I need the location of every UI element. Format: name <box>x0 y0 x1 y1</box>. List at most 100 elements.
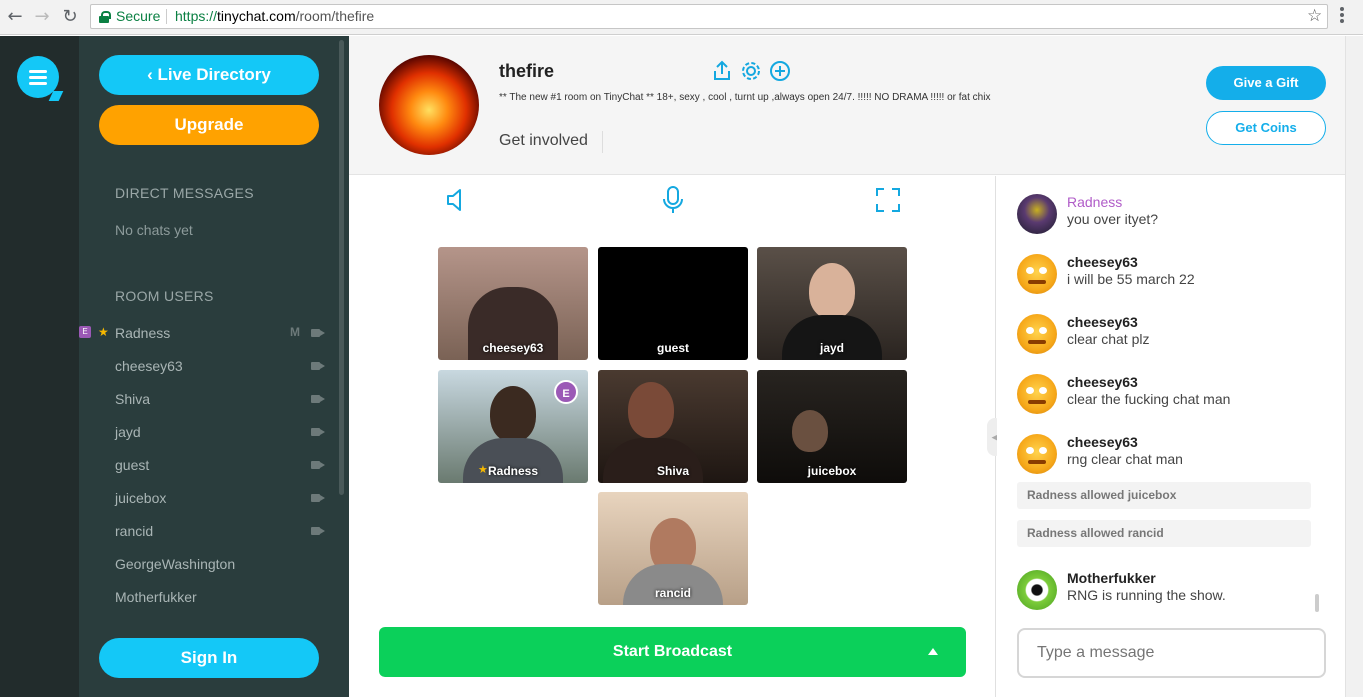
chat-text: rng clear chat man <box>1067 451 1183 467</box>
chat-message: cheesey63 i will be 55 march 22 <box>1017 254 1327 304</box>
system-message: Radness allowed rancid <box>1017 520 1311 547</box>
user-name: rancid <box>115 523 154 539</box>
room-avatar <box>379 55 479 155</box>
microphone-icon[interactable] <box>658 185 688 215</box>
room-user-item[interactable]: E ★ Radness M <box>79 322 339 344</box>
chat-username[interactable]: cheesey63 <box>1067 434 1138 450</box>
start-broadcast-button[interactable]: Start Broadcast <box>379 627 966 677</box>
camera-icon <box>311 362 325 370</box>
room-user-item[interactable]: rancid <box>79 520 339 542</box>
room-description: ** The new #1 room on TinyChat ** 18+, s… <box>499 92 991 103</box>
url-text: https://tinychat.com/room/thefire <box>175 5 374 28</box>
lock-icon <box>99 11 111 23</box>
bookmark-star-icon[interactable]: ☆ <box>1307 5 1322 28</box>
chat-text: clear chat plz <box>1067 331 1150 347</box>
video-feed <box>490 386 536 442</box>
settings-icon[interactable] <box>740 60 762 82</box>
url-scheme: https:// <box>175 8 218 24</box>
elite-badge: E <box>554 380 578 404</box>
left-rail <box>0 36 79 697</box>
browser-menu-icon[interactable] <box>1340 5 1346 27</box>
live-directory-button[interactable]: ‹ Live Directory <box>99 55 319 95</box>
video-username: jayd <box>819 341 844 355</box>
room-user-item[interactable]: GeorgeWashington <box>79 553 339 575</box>
chat-text: you over ityet? <box>1067 211 1159 227</box>
video-tile[interactable]: rancid <box>598 492 748 605</box>
give-gift-button[interactable]: Give a Gift <box>1206 66 1326 100</box>
url-path: /room/thefire <box>295 8 375 24</box>
chat-text: i will be 55 march 22 <box>1067 271 1195 287</box>
sidebar: ‹ Live Directory Upgrade DIRECT MESSAGES… <box>79 36 349 697</box>
user-name: juicebox <box>115 490 167 506</box>
menu-logo-icon[interactable] <box>17 56 59 98</box>
elite-badge: E <box>79 326 91 338</box>
user-avatar[interactable] <box>1017 374 1057 414</box>
video-username: juicebox <box>807 464 857 478</box>
system-message: Radness allowed juicebox <box>1017 482 1311 509</box>
user-avatar[interactable] <box>1017 194 1057 234</box>
video-tile[interactable]: Shiva <box>598 370 748 483</box>
user-avatar[interactable] <box>1017 570 1057 610</box>
chat-username[interactable]: cheesey63 <box>1067 314 1138 330</box>
video-tile[interactable]: jayd <box>757 247 907 360</box>
live-directory-label: Live Directory <box>157 65 271 84</box>
back-arrow-icon[interactable]: ← <box>4 6 26 28</box>
user-name: Shiva <box>115 391 151 407</box>
user-name: jayd <box>115 424 141 440</box>
camera-icon <box>311 395 325 403</box>
room-user-item[interactable]: jayd <box>79 421 339 443</box>
room-user-item[interactable]: guest <box>79 454 339 476</box>
address-bar[interactable]: Secure https://tinychat.com/room/thefire… <box>90 4 1328 29</box>
chat-message: cheesey63 clear chat plz <box>1017 314 1327 364</box>
chat-username[interactable]: Radness <box>1067 194 1122 210</box>
room-name: thefire <box>499 61 555 81</box>
add-circle-icon[interactable] <box>769 60 791 82</box>
chat-username[interactable]: cheesey63 <box>1067 374 1138 390</box>
chat-scrollbar[interactable] <box>1315 594 1319 612</box>
chat-message: Radness you over ityet? <box>1017 194 1327 244</box>
caret-up-icon[interactable] <box>928 648 938 655</box>
fullscreen-icon[interactable] <box>873 185 903 215</box>
room-user-item[interactable]: Shiva <box>79 388 339 410</box>
page-scrollbar-track[interactable] <box>1345 36 1363 697</box>
user-name: guest <box>115 457 150 473</box>
user-avatar[interactable] <box>1017 314 1057 354</box>
sign-in-button[interactable]: Sign In <box>99 638 319 678</box>
forward-arrow-icon[interactable]: → <box>31 6 53 28</box>
star-icon: ★ <box>98 325 109 339</box>
video-feed <box>628 382 674 438</box>
divider <box>602 131 603 153</box>
user-avatar[interactable] <box>1017 254 1057 294</box>
sidebar-scrollbar[interactable] <box>339 40 344 495</box>
chat-username[interactable]: Motherfukker <box>1067 570 1156 586</box>
chat-message-input[interactable] <box>1017 628 1326 678</box>
camera-icon <box>311 461 325 469</box>
user-name: GeorgeWashington <box>115 556 236 572</box>
direct-messages-title: DIRECT MESSAGES <box>115 185 254 201</box>
video-tile[interactable]: guest <box>598 247 748 360</box>
get-coins-button[interactable]: Get Coins <box>1206 111 1326 145</box>
reload-icon[interactable]: ↻ <box>59 6 81 28</box>
get-involved-link[interactable]: Get involved <box>499 132 588 150</box>
video-username: guest <box>656 341 689 355</box>
camera-icon <box>311 494 325 502</box>
camera-icon <box>311 329 325 337</box>
room-user-item[interactable]: juicebox <box>79 487 339 509</box>
upgrade-button[interactable]: Upgrade <box>99 105 319 145</box>
video-username: rancid <box>654 586 691 600</box>
chat-username[interactable]: cheesey63 <box>1067 254 1138 270</box>
user-name: Radness <box>115 325 171 341</box>
user-name: Motherfukker <box>115 589 197 605</box>
video-tile[interactable]: E ★ Radness <box>438 370 588 483</box>
user-avatar[interactable] <box>1017 434 1057 474</box>
no-chats-text: No chats yet <box>115 222 193 238</box>
room-user-item[interactable]: Motherfukker <box>79 586 339 608</box>
speaker-icon[interactable] <box>442 185 472 215</box>
video-username: cheesey63 <box>482 341 544 355</box>
video-feed <box>792 410 828 452</box>
share-icon[interactable] <box>711 60 733 82</box>
video-tile[interactable]: cheesey63 <box>438 247 588 360</box>
video-tile[interactable]: juicebox <box>757 370 907 483</box>
room-header: thefire ** The new #1 room on TinyChat *… <box>349 36 1345 175</box>
room-user-item[interactable]: cheesey63 <box>79 355 339 377</box>
